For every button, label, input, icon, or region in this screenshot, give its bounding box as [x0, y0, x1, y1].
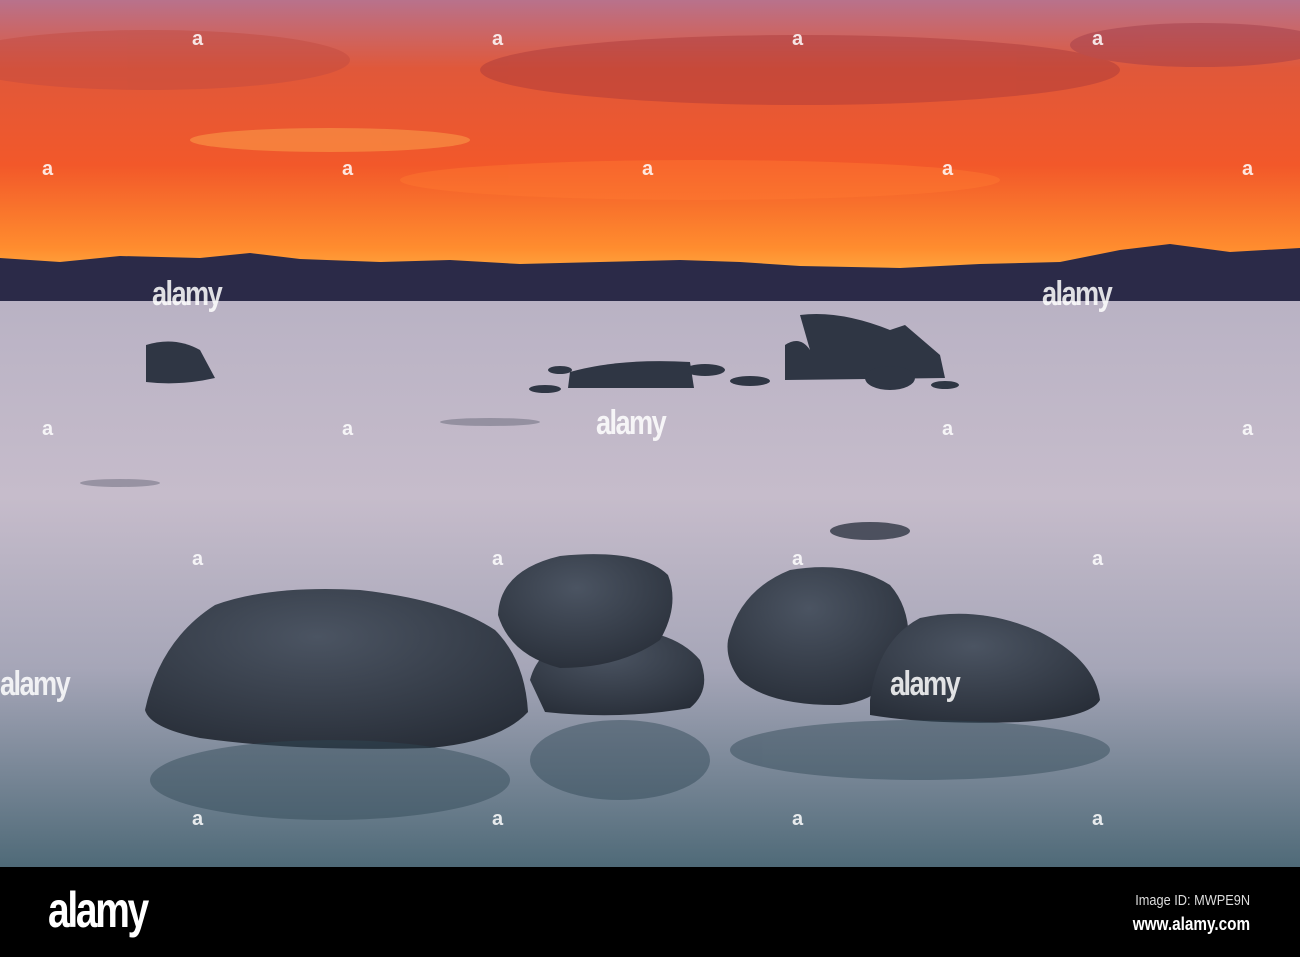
watermark-mark: a [1092, 808, 1104, 830]
watermark-mark: a [1242, 158, 1254, 180]
watermark-mark: a [1242, 418, 1254, 440]
watermark-text: alamy [596, 404, 667, 442]
website-link[interactable]: www.alamy.com [1133, 914, 1250, 935]
watermark-mark: a [192, 808, 204, 830]
watermark-mark: a [642, 158, 654, 180]
watermark-mark: a [192, 28, 204, 50]
watermark-mark: a [492, 28, 504, 50]
watermark-mark: a [342, 158, 354, 180]
watermark-mark: a [342, 418, 354, 440]
watermark-mark: a [1092, 28, 1104, 50]
watermark-mark: a [942, 158, 954, 180]
watermark-text: alamy [152, 275, 223, 313]
image-id: Image ID: MWPE9N [1135, 892, 1250, 909]
watermark-mark: a [792, 548, 804, 570]
watermark-mark: a [942, 418, 954, 440]
watermark-mark: a [192, 548, 204, 570]
stock-photo-page: alamy alamy alamy alamy alamy a a a a a … [0, 0, 1300, 957]
footer-bar: alamy Image ID: MWPE9N www.alamy.com [0, 867, 1300, 957]
watermark-mark: a [1092, 548, 1104, 570]
watermark-text: alamy [0, 665, 71, 703]
watermark-mark: a [42, 418, 54, 440]
watermark-mark: a [492, 808, 504, 830]
watermark-mark: a [42, 158, 54, 180]
watermark-text: alamy [890, 665, 961, 703]
watermark-text: alamy [1042, 275, 1113, 313]
watermark-mark: a [792, 28, 804, 50]
watermark-mark: a [792, 808, 804, 830]
alamy-logo: alamy [48, 882, 149, 938]
watermark-mark: a [492, 548, 504, 570]
